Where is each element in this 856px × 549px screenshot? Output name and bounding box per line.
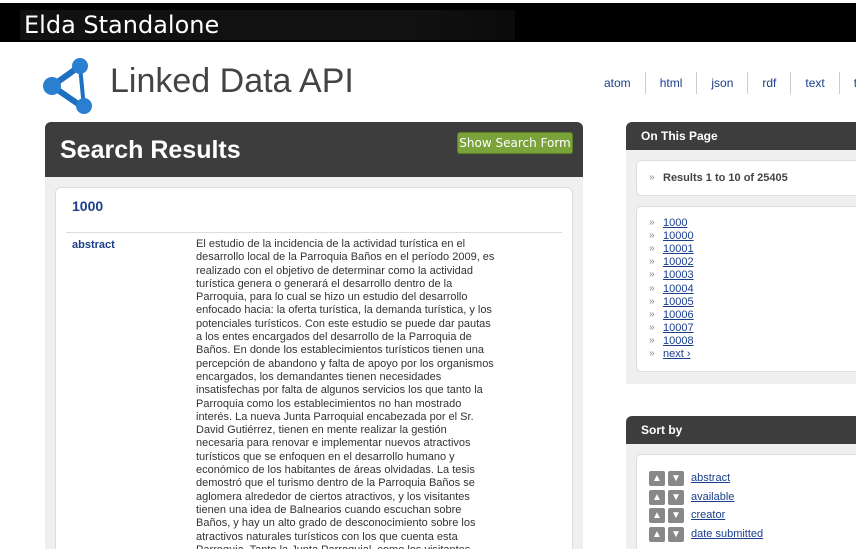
list-item[interactable]: 10006 [663, 309, 694, 321]
sort-option-label[interactable]: abstract [691, 472, 730, 484]
format-text-link[interactable]: text [791, 72, 840, 94]
list-item[interactable]: 1000 [663, 217, 687, 229]
format-ttl-link[interactable]: ttl [840, 72, 856, 94]
window-title: Elda Standalone [20, 10, 515, 40]
search-results-header: Search Results Show Search Form [45, 122, 583, 177]
results-list: » 1000 » 10000 » 10001 » 10002 » 10003 »… [636, 206, 856, 372]
format-atom-link[interactable]: atom [590, 72, 646, 94]
chevron-right-icon: » [649, 243, 655, 254]
site-title: Linked Data API [110, 62, 354, 100]
next-page-link[interactable]: next › [663, 348, 691, 360]
chevron-right-icon: » [649, 309, 655, 320]
chevron-right-icon: » [649, 217, 655, 228]
sort-option-label[interactable]: date submitted [691, 528, 763, 540]
list-item[interactable]: 10002 [663, 256, 694, 268]
format-html-link[interactable]: html [646, 72, 698, 94]
chevron-right-icon: » [649, 230, 655, 241]
list-item[interactable]: 10003 [663, 269, 694, 281]
list-item[interactable]: 10007 [663, 322, 694, 334]
property-value: El estudio de la incidencia de la activi… [196, 238, 495, 549]
sort-option: ▲ ▼ creator [649, 507, 725, 523]
search-results-panel: Search Results Show Search Form 1000 abs… [45, 122, 583, 549]
sort-by-panel: Sort by ▲ ▼ abstract ▲ ▼ available ▲ ▼ c… [626, 416, 856, 549]
format-json-link[interactable]: json [697, 72, 749, 94]
format-links: atom html json rdf text ttl [590, 72, 856, 94]
sort-option-label[interactable]: creator [691, 509, 725, 521]
results-summary-text: Results 1 to 10 of 25405 [663, 172, 788, 184]
list-item[interactable]: 10000 [663, 230, 694, 242]
chevron-up-icon[interactable]: ▲ [649, 507, 665, 523]
results-summary: » Results 1 to 10 of 25405 [636, 160, 856, 196]
chevron-right-icon: » [649, 348, 655, 359]
chevron-down-icon[interactable]: ▼ [668, 489, 684, 505]
sort-option: ▲ ▼ available [649, 489, 734, 505]
window-titlebar: Elda Standalone [0, 0, 856, 42]
chevron-up-icon[interactable]: ▲ [649, 489, 665, 505]
on-this-page-heading: On This Page [626, 122, 856, 150]
chevron-up-icon[interactable]: ▲ [649, 470, 665, 486]
divider [66, 232, 562, 233]
result-item: 1000 abstract El estudio de la incidenci… [55, 187, 573, 549]
on-this-page-panel: On This Page » Results 1 to 10 of 25405 … [626, 122, 856, 384]
sort-option-label[interactable]: available [691, 491, 734, 503]
result-item-link[interactable]: 1000 [72, 198, 103, 214]
list-item[interactable]: 10008 [663, 335, 694, 347]
chevron-up-icon[interactable]: ▲ [649, 526, 665, 542]
site-header: Linked Data API atom html json rdf text … [0, 42, 856, 122]
sort-option: ▲ ▼ date submitted [649, 526, 763, 542]
chevron-right-icon: » [649, 283, 655, 294]
sort-option: ▲ ▼ abstract [649, 470, 730, 486]
search-results-heading: Search Results [60, 136, 241, 164]
chevron-right-icon: » [649, 335, 655, 346]
sort-by-heading: Sort by [626, 416, 856, 444]
chevron-right-icon: » [649, 172, 655, 183]
list-item[interactable]: 10004 [663, 283, 694, 295]
chevron-down-icon[interactable]: ▼ [668, 526, 684, 542]
chevron-right-icon: » [649, 296, 655, 307]
property-name[interactable]: abstract [72, 239, 115, 251]
chevron-down-icon[interactable]: ▼ [668, 507, 684, 523]
list-item[interactable]: 10005 [663, 296, 694, 308]
format-rdf-link[interactable]: rdf [748, 72, 792, 94]
chevron-right-icon: » [649, 269, 655, 280]
chevron-down-icon[interactable]: ▼ [668, 470, 684, 486]
chevron-right-icon: » [649, 256, 655, 267]
chevron-right-icon: » [649, 322, 655, 333]
list-item[interactable]: 10001 [663, 243, 694, 255]
network-nodes-icon[interactable] [40, 56, 98, 114]
sort-options: ▲ ▼ abstract ▲ ▼ available ▲ ▼ creator ▲… [636, 454, 856, 549]
show-search-form-button[interactable]: Show Search Form [457, 132, 573, 154]
